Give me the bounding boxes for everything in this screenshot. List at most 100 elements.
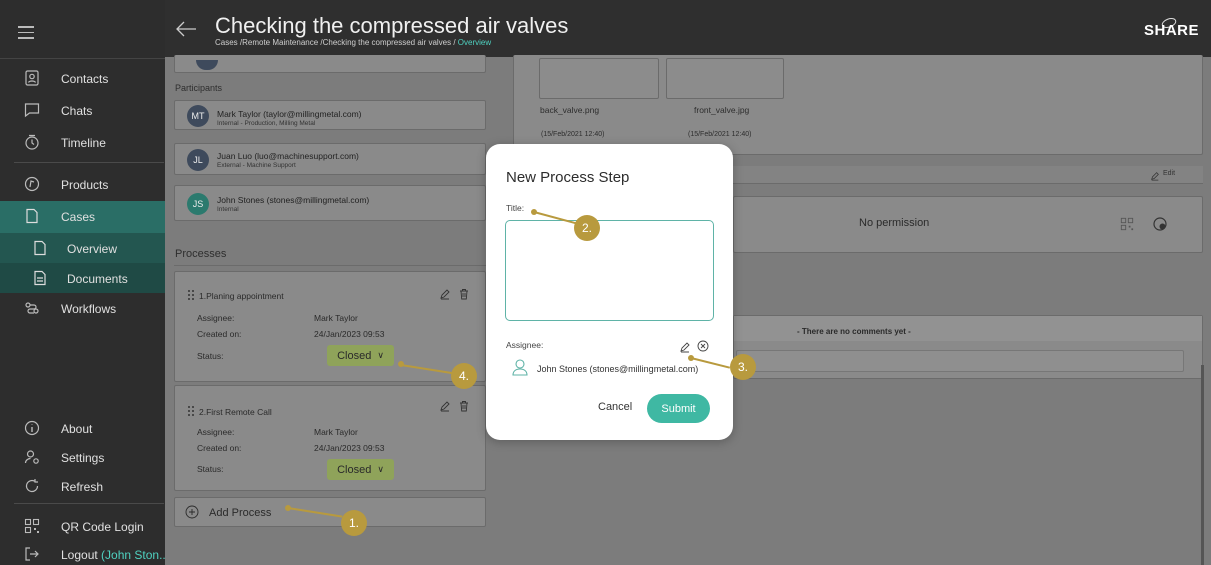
process-card[interactable]: 1.Planing appointment Assignee: Mark Tay…: [174, 271, 486, 382]
participant-card[interactable]: MT Mark Taylor (taylor@millingmetal.com)…: [174, 100, 486, 130]
sidebar-item-label: Documents: [67, 272, 128, 286]
edit-link[interactable]: Edit: [1163, 170, 1175, 177]
sidebar-item-label: Cases: [61, 210, 96, 224]
sidebar-item-label: Products: [61, 178, 109, 192]
sidebar-item-settings[interactable]: Settings: [0, 442, 165, 472]
avatar: [196, 60, 218, 70]
logout-user: (John Ston...: [101, 548, 170, 562]
callout-badge-2: 2.: [574, 215, 600, 241]
created-label: Created on:: [197, 443, 242, 453]
process-card[interactable]: 2.First Remote Call Assignee: Mark Taylo…: [174, 385, 486, 491]
status-dropdown[interactable]: Closed ∨: [327, 345, 394, 366]
add-process-button[interactable]: Add Process: [174, 497, 486, 527]
chevron-down-icon: ∨: [377, 350, 384, 360]
permission-panel: No permission: [733, 196, 1203, 253]
trash-icon[interactable]: [458, 399, 470, 412]
callout-badge-3: 3.: [730, 354, 756, 380]
sidebar-item-logout[interactable]: Logout (John Ston...: [0, 539, 169, 565]
sidebar-item-contacts[interactable]: Contacts: [0, 63, 165, 93]
status-dropdown[interactable]: Closed ∨: [327, 459, 394, 480]
sidebar-item-workflows[interactable]: Workflows: [0, 293, 165, 323]
trash-icon[interactable]: [458, 287, 470, 300]
sidebar-item-label: Overview: [67, 242, 118, 256]
sidebar-item-refresh[interactable]: Refresh: [0, 471, 165, 501]
status-label: Status:: [197, 351, 224, 361]
participant-role: Internal: [217, 206, 239, 213]
participant-card[interactable]: JL Juan Luo (luo@machinesupport.com) Ext…: [174, 143, 486, 175]
status-value: Closed: [337, 349, 372, 362]
breadcrumb-path[interactable]: Cases /Remote Maintenance /Checking the …: [215, 38, 458, 47]
drag-handle-icon[interactable]: [188, 290, 195, 300]
sidebar-item-label: Refresh: [61, 480, 104, 494]
files-panel: back_valve.png front_valve.jpg (15/Feb/2…: [513, 55, 1203, 155]
chat-icon: [24, 102, 40, 118]
top-bar: Checking the compressed air valves Cases…: [165, 0, 1211, 57]
refresh-icon: [24, 478, 40, 494]
sidebar-item-timeline[interactable]: Timeline: [0, 127, 165, 157]
divider: [14, 503, 164, 504]
sidebar-item-label: Timeline: [61, 136, 106, 150]
participant-role: External - Machine Support: [217, 162, 296, 169]
sidebar-item-documents[interactable]: Documents: [0, 263, 165, 293]
timeline-icon: [24, 134, 40, 150]
timer-icon[interactable]: [1152, 216, 1168, 232]
section-header: [733, 166, 1203, 184]
participant-name: Juan Luo (luo@machinesupport.com): [217, 151, 359, 161]
assignee-value: Mark Taylor: [314, 427, 358, 437]
title-input[interactable]: [505, 220, 714, 321]
process-title: 1.Planing appointment: [199, 291, 284, 301]
process-title: 2.First Remote Call: [199, 407, 272, 417]
qr-code-icon: [24, 518, 40, 534]
file-date: (15/Feb/2021 12:40): [688, 131, 752, 138]
edit-icon[interactable]: [439, 399, 451, 412]
assignee-name: John Stones (stones@millingmetal.com): [537, 364, 699, 374]
sidebar-item-label: Contacts: [61, 72, 109, 86]
sidebar-item-products[interactable]: Products: [0, 169, 165, 199]
participant-card[interactable]: JS John Stones (stones@millingmetal.com)…: [174, 185, 486, 221]
contact-card-partial: [174, 55, 486, 73]
dialog-title: New Process Step: [506, 169, 630, 186]
submit-button[interactable]: Submit: [647, 394, 710, 423]
app-logo: SHARE: [1143, 22, 1199, 39]
edit-icon[interactable]: [439, 287, 451, 300]
sidebar-item-overview[interactable]: Overview: [0, 233, 165, 263]
logout-icon: [24, 546, 40, 562]
menu-icon[interactable]: [18, 26, 34, 39]
back-arrow-icon[interactable]: [175, 20, 197, 38]
info-icon: [24, 420, 40, 436]
clear-icon[interactable]: [697, 339, 709, 352]
breadcrumb-current: Overview: [457, 38, 492, 47]
edit-icon[interactable]: [1150, 168, 1160, 181]
divider: [0, 58, 165, 59]
sidebar-item-label: About: [61, 422, 93, 436]
sidebar-item-chats[interactable]: Chats: [0, 95, 165, 125]
participant-name: John Stones (stones@millingmetal.com): [217, 195, 370, 205]
page-title: Checking the compressed air valves: [215, 13, 569, 38]
sidebar: Contacts Chats Timeline Products Cases O…: [0, 0, 169, 565]
created-value: 24/Jan/2023 09:53: [314, 443, 385, 453]
cancel-button[interactable]: Cancel: [598, 401, 632, 413]
sidebar-item-about[interactable]: About: [0, 413, 165, 443]
sidebar-item-qr-login[interactable]: QR Code Login: [0, 511, 165, 541]
avatar: JL: [187, 149, 209, 171]
file-thumbnail[interactable]: [539, 58, 659, 99]
user-icon: [512, 358, 528, 376]
participant-name: Mark Taylor (taylor@millingmetal.com): [217, 109, 362, 119]
sidebar-item-label: QR Code Login: [61, 520, 144, 534]
scrollbar[interactable]: [1201, 365, 1204, 565]
assignee-value: Mark Taylor: [314, 313, 358, 323]
chevron-down-icon: ∨: [377, 464, 384, 474]
drag-handle-icon[interactable]: [188, 406, 195, 416]
sidebar-item-label: Chats: [61, 104, 93, 118]
title-label: Title:: [506, 203, 525, 213]
comment-input[interactable]: [736, 350, 1184, 372]
comments-panel: - There are no comments yet -: [733, 315, 1203, 379]
edit-icon[interactable]: [679, 340, 691, 353]
divider: [14, 162, 164, 163]
file-thumbnail[interactable]: [666, 58, 784, 99]
qr-code-icon[interactable]: [1120, 217, 1134, 231]
callout-badge-4: 4.: [451, 363, 477, 389]
plus-circle-icon: [185, 505, 199, 519]
sidebar-item-cases[interactable]: Cases: [0, 201, 165, 233]
assignee-label: Assignee:: [506, 340, 544, 350]
